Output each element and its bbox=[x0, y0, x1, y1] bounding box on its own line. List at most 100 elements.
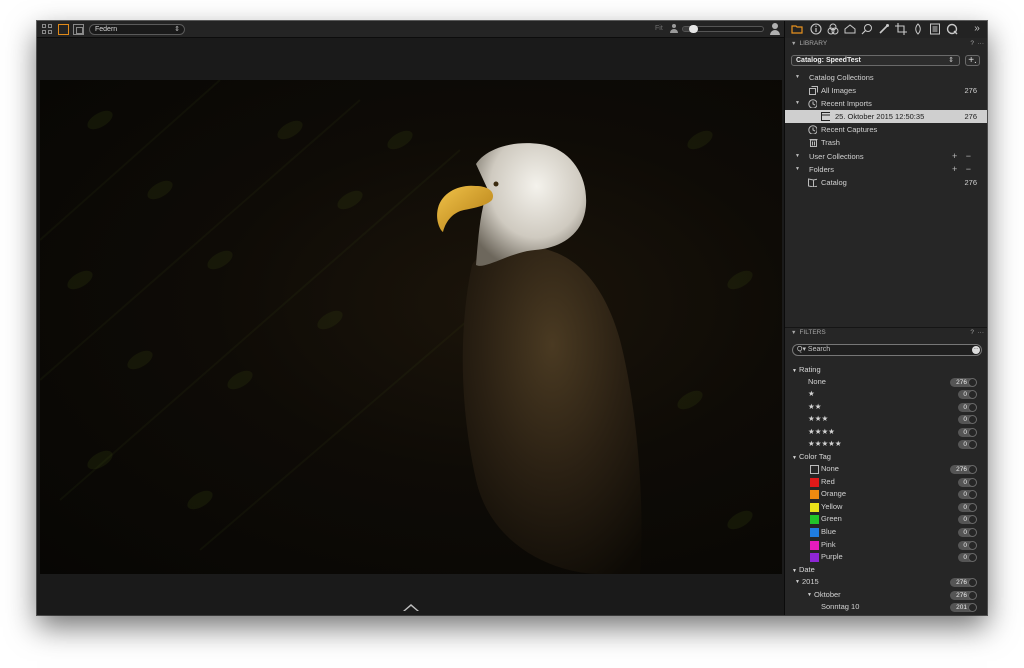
date-group-header[interactable]: ▼ Date bbox=[785, 564, 987, 577]
right-tool-panel: » ▼ LIBRARY ? ··· Catalog: SpeedTest ⇕ +.… bbox=[784, 21, 987, 615]
metadata-tab-icon[interactable] bbox=[929, 23, 941, 35]
count-badge: 276 bbox=[950, 590, 977, 600]
catalog-select[interactable]: Catalog: SpeedTest ⇕ bbox=[791, 55, 960, 66]
color-swatch bbox=[810, 502, 819, 512]
crop-tab-icon[interactable] bbox=[895, 23, 907, 35]
rating-filter-row[interactable]: ★★ 0 bbox=[785, 401, 987, 414]
tree-item-folders[interactable]: ▼ Folders + − bbox=[785, 163, 987, 176]
filters-more-icon[interactable]: ··· bbox=[978, 328, 985, 338]
tree-item-label: Recent Captures bbox=[821, 125, 878, 134]
disclosure-triangle-icon[interactable]: ▼ bbox=[795, 97, 800, 110]
library-more-icon[interactable]: ··· bbox=[978, 39, 985, 49]
grid-view-icon[interactable] bbox=[42, 24, 53, 35]
color-tag-filter-row[interactable]: Green 0 bbox=[785, 513, 987, 526]
filter-label: Green bbox=[821, 514, 842, 524]
date-filter-row[interactable]: Sonntag 10 201 bbox=[785, 601, 987, 614]
photo-viewer-image[interactable] bbox=[40, 80, 782, 574]
tree-item-user-collections[interactable]: ▼ User Collections + − bbox=[785, 150, 987, 163]
library-title: LIBRARY bbox=[799, 40, 828, 47]
color-tag-filter-row[interactable]: Purple 0 bbox=[785, 551, 987, 564]
zoom-in-icon[interactable] bbox=[770, 23, 780, 35]
tree-item-import-session[interactable]: 25. Oktober 2015 12:50:35 276 bbox=[785, 110, 987, 123]
filter-label: ★★ bbox=[808, 401, 822, 411]
color-tag-filter-row[interactable]: Pink 0 bbox=[785, 539, 987, 552]
tree-item-label: Catalog bbox=[821, 178, 847, 187]
more-tabs-icon[interactable]: » bbox=[971, 23, 983, 35]
rating-filter-row[interactable]: None 276 bbox=[785, 376, 987, 389]
search-options-icon[interactable]: ··· bbox=[972, 346, 980, 354]
disclosure-triangle-icon[interactable]: ▼ bbox=[792, 568, 797, 574]
disclosure-triangle-icon[interactable]: ▼ bbox=[807, 589, 812, 602]
color-swatch bbox=[810, 528, 819, 537]
zoom-slider[interactable] bbox=[682, 25, 764, 33]
filter-search-input[interactable]: Q▾ Search ··· bbox=[792, 344, 982, 356]
disclosure-triangle-icon[interactable]: ▼ bbox=[795, 71, 800, 84]
date-filter-row[interactable]: ▼ Oktober 276 bbox=[785, 589, 987, 602]
disclosure-triangle-icon[interactable]: ▼ bbox=[795, 163, 800, 176]
disclosure-triangle-icon[interactable]: ▼ bbox=[792, 455, 797, 461]
color-tab-icon[interactable] bbox=[827, 23, 839, 35]
count-badge: 0 bbox=[958, 502, 977, 512]
count-badge: 276 bbox=[950, 578, 977, 587]
trash-icon bbox=[809, 139, 818, 147]
rating-filter-row[interactable]: ★★★★ 0 bbox=[785, 426, 987, 439]
count-badge: 0 bbox=[958, 440, 977, 449]
color-tag-filter-row[interactable]: Red 0 bbox=[785, 476, 987, 489]
color-swatch bbox=[810, 465, 819, 474]
count-badge: 0 bbox=[958, 390, 977, 400]
rating-filter-row[interactable]: ★★★★★ 0 bbox=[785, 438, 987, 451]
zoom-out-icon[interactable] bbox=[670, 24, 678, 33]
lens-tab-icon[interactable] bbox=[861, 23, 873, 35]
book-icon bbox=[808, 178, 817, 187]
filters-help-icon[interactable]: ? bbox=[970, 328, 974, 338]
add-remove-buttons[interactable]: + − bbox=[952, 150, 974, 163]
color-tag-group-header[interactable]: ▼ Color Tag bbox=[785, 451, 987, 464]
date-filter-row[interactable]: ▼ 2015 276 bbox=[785, 576, 987, 589]
details-tab-icon[interactable] bbox=[878, 23, 890, 35]
filter-label: Orange bbox=[821, 489, 847, 499]
add-remove-buttons[interactable]: + − bbox=[952, 163, 974, 176]
tree-item-label: Trash bbox=[821, 138, 840, 147]
single-view-icon[interactable] bbox=[58, 24, 69, 35]
count-badge: 0 bbox=[958, 415, 977, 425]
disclosure-triangle-icon[interactable]: ▼ bbox=[792, 368, 797, 374]
disclosure-triangle-icon[interactable]: ▼ bbox=[795, 576, 800, 589]
library-tab-icon[interactable] bbox=[791, 23, 803, 35]
tree-item-all-images[interactable]: All Images 276 bbox=[785, 84, 987, 97]
rating-group-header[interactable]: ▼ Rating bbox=[785, 364, 987, 377]
variant-select-value: Federn bbox=[95, 26, 118, 33]
count-badge: 0 bbox=[958, 553, 977, 563]
rating-header-label: Rating bbox=[798, 365, 821, 374]
color-tag-filter-row[interactable]: Yellow 0 bbox=[785, 501, 987, 514]
search-icon[interactable]: Q▾ bbox=[797, 346, 806, 353]
color-tag-header-label: Color Tag bbox=[798, 452, 831, 461]
tree-item-recent-imports[interactable]: ▼ Recent Imports bbox=[785, 97, 987, 110]
color-tag-filter-row[interactable]: None 276 bbox=[785, 463, 987, 476]
tree-item-catalog-folder[interactable]: Catalog 276 bbox=[785, 176, 987, 189]
eagle-photo bbox=[40, 80, 753, 574]
adjustments-tab-icon[interactable] bbox=[912, 23, 924, 35]
filmstrip-toggle-icon[interactable] bbox=[403, 604, 419, 611]
rating-filter-row[interactable]: ★ 0 bbox=[785, 388, 987, 401]
tree-item-catalog-collections[interactable]: ▼ Catalog Collections bbox=[785, 71, 987, 84]
count-badge: 0 bbox=[958, 490, 977, 500]
color-tag-filter-row[interactable]: Blue 0 bbox=[785, 526, 987, 539]
info-tab-icon[interactable] bbox=[810, 23, 822, 35]
section-caret-icon: ▼ bbox=[791, 330, 797, 336]
color-tag-filter-row[interactable]: Orange 0 bbox=[785, 488, 987, 501]
fit-button[interactable]: Fit bbox=[655, 25, 663, 32]
rating-filter-row[interactable]: ★★★ 0 bbox=[785, 413, 987, 426]
clock-icon bbox=[808, 125, 817, 134]
filters-section-header[interactable]: ▼ FILTERS ? ··· bbox=[785, 327, 987, 337]
disclosure-triangle-icon[interactable]: ▼ bbox=[795, 150, 800, 163]
tree-item-recent-captures[interactable]: Recent Captures bbox=[785, 123, 987, 136]
add-catalog-button[interactable]: +. bbox=[965, 55, 980, 66]
library-section-header[interactable]: ▼ LIBRARY ? ··· bbox=[785, 39, 987, 49]
compare-view-icon[interactable] bbox=[73, 24, 84, 35]
variant-select[interactable]: Federn ⇕ bbox=[89, 24, 185, 35]
zoom-slider-knob[interactable] bbox=[688, 25, 698, 33]
tree-item-trash[interactable]: Trash bbox=[785, 136, 987, 149]
output-tab-icon[interactable] bbox=[946, 23, 958, 35]
library-help-icon[interactable]: ? bbox=[970, 39, 974, 49]
exposure-tab-icon[interactable] bbox=[844, 23, 856, 35]
